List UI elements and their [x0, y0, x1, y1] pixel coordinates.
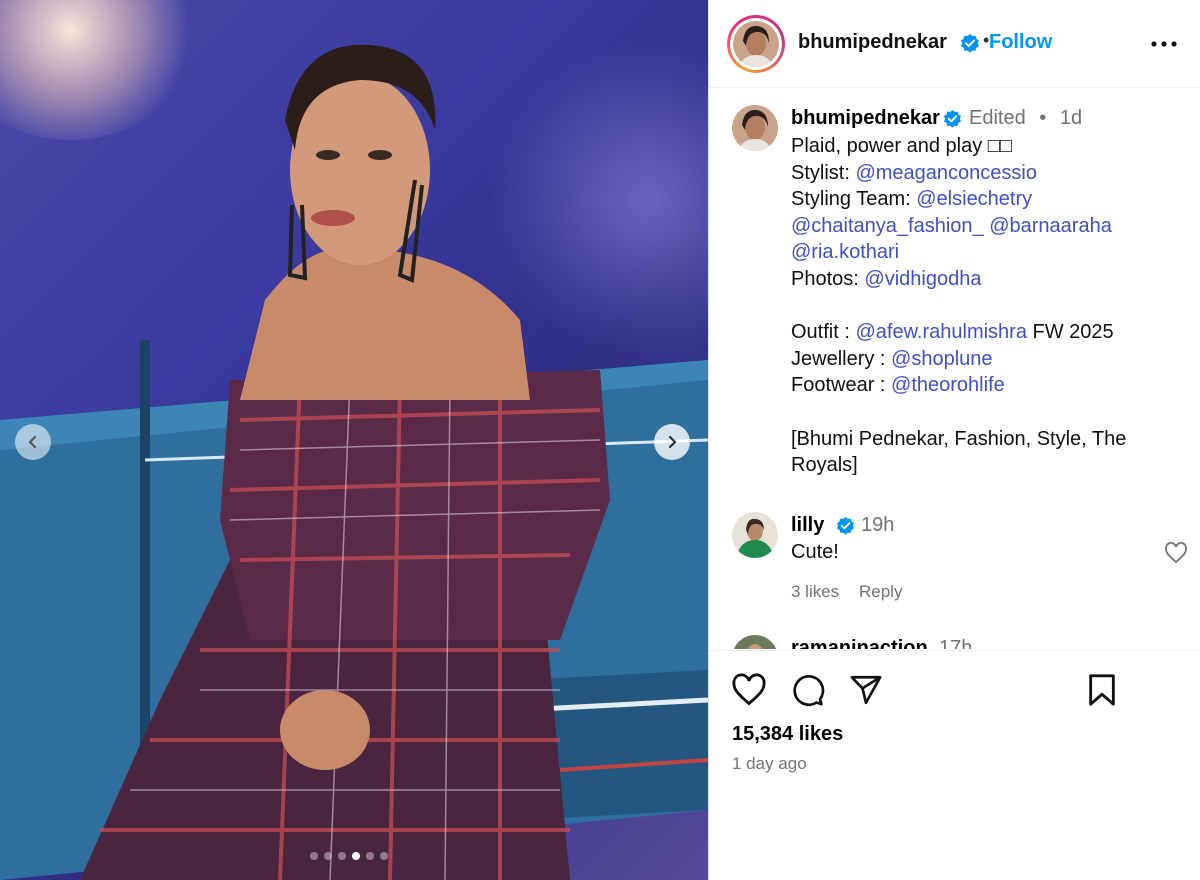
chevron-left-icon: [28, 435, 37, 449]
caption-text: Plaid, power and play □□ Stylist: @meaga…: [791, 133, 1181, 479]
edited-label: Edited: [969, 107, 1026, 129]
post-sidebar: bhumipednekar • Follow bhumipednekar Edi…: [708, 0, 1200, 880]
heart-icon[interactable]: [731, 673, 767, 707]
carousel-dot: [338, 852, 346, 860]
model-photo: [80, 44, 610, 880]
story-ring[interactable]: [727, 15, 785, 73]
caption-username[interactable]: bhumipednekar: [791, 107, 940, 130]
author-username[interactable]: bhumipednekar: [798, 31, 947, 54]
caption-line: @chaitanya_fashion_ @barnaaraha: [791, 213, 1181, 240]
comment-time: 19h: [861, 514, 895, 536]
caption-tags: [Bhumi Pednekar, Fashion, Style, The Roy…: [791, 427, 1127, 477]
previous-image-button[interactable]: [15, 424, 51, 460]
caption-time: 1d: [1059, 107, 1083, 129]
like-count[interactable]: 15,384 likes: [732, 723, 843, 746]
post-timestamp[interactable]: 1 day ago: [732, 754, 807, 774]
caption-line: Stylist: @meaganconcessio: [791, 161, 1037, 184]
avatar: [733, 21, 779, 67]
next-image-button[interactable]: [654, 424, 690, 460]
carousel-indicator: [310, 852, 388, 860]
chevron-right-icon: [668, 435, 677, 449]
carousel-dot: [366, 852, 374, 860]
carousel-dot-active: [352, 852, 360, 860]
caption-line: Styling Team: @elsiechetry: [791, 188, 1033, 211]
comment-username[interactable]: ramaninaction: [791, 637, 928, 649]
mention-link[interactable]: @chaitanya_fashion_: [791, 215, 984, 237]
caption-line: Jewellery : @shoplune: [791, 347, 993, 370]
verified-icon: [961, 34, 979, 53]
share-icon[interactable]: [849, 673, 883, 707]
meta-dot: •: [1039, 107, 1047, 129]
verified-icon: [943, 109, 962, 128]
mention-link[interactable]: @theorohlife: [891, 374, 1005, 396]
reply-button[interactable]: Reply: [859, 582, 902, 602]
carousel-dot: [324, 852, 332, 860]
caption-avatar[interactable]: [732, 105, 778, 151]
comments-section[interactable]: bhumipednekar Edited • 1d Plaid, power a…: [709, 89, 1200, 649]
verified-icon: [836, 516, 855, 535]
caption-line: Outfit : @afew.rahulmishra FW 2025: [791, 321, 1114, 344]
post-media[interactable]: [0, 0, 708, 880]
caption-line: Footwear : @theorohlife: [791, 374, 1005, 397]
mention-link[interactable]: @meaganconcessio: [855, 162, 1037, 184]
caption-line: @ria.kothari: [791, 239, 1181, 266]
comment-username[interactable]: lilly: [791, 514, 824, 537]
comment-avatar[interactable]: [732, 635, 778, 649]
carousel-dot: [380, 852, 388, 860]
mention-link[interactable]: @vidhigodha: [864, 268, 981, 290]
caption-line: Plaid, power and play □□: [791, 135, 1012, 157]
comment-time: 17h: [939, 637, 973, 649]
mention-link[interactable]: @ria.kothari: [791, 241, 899, 263]
comment-icon[interactable]: [790, 673, 826, 707]
post-actions: 15,384 likes 1 day ago: [709, 650, 1200, 880]
post-view: bhumipednekar • Follow bhumipednekar Edi…: [0, 0, 1200, 880]
mention-link[interactable]: @elsiechetry: [916, 188, 1032, 210]
bookmark-icon[interactable]: [1087, 673, 1117, 707]
mention-link[interactable]: @shoplune: [891, 348, 992, 370]
comment-like-icon[interactable]: [1164, 542, 1188, 564]
mention-link[interactable]: @afew.rahulmishra: [855, 321, 1026, 343]
mention-link[interactable]: @barnaaraha: [989, 215, 1112, 237]
follow-button[interactable]: Follow: [989, 31, 1052, 54]
caption-line: Photos: @vidhigodha: [791, 267, 982, 290]
post-header: bhumipednekar • Follow: [709, 0, 1200, 88]
caption-meta: Edited • 1d: [969, 107, 1082, 130]
comment-avatar[interactable]: [732, 512, 778, 558]
comment-text: Cute!: [791, 541, 839, 563]
carousel-dot: [310, 852, 318, 860]
more-icon[interactable]: [1149, 30, 1179, 58]
comment-likes[interactable]: 3 likes: [791, 582, 839, 602]
